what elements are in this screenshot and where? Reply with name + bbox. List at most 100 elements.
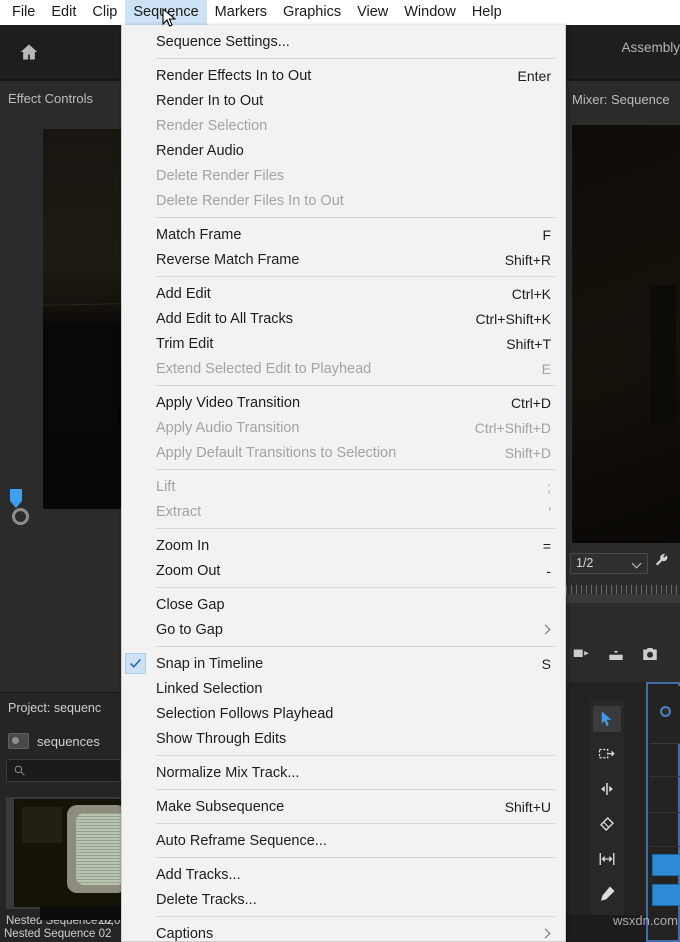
menu-item-render-in-to-out[interactable]: Render In to Out [122,88,565,113]
menu-item-render-audio[interactable]: Render Audio [122,138,565,163]
tool-track-select-forward[interactable] [593,741,621,767]
menu-item-shortcut: Shift+U [505,799,551,815]
menu-item-label: Extend Selected Edit to Playhead [156,361,542,377]
home-button[interactable] [14,38,44,66]
timeline-dark-strip [40,906,130,920]
thumbnail-tv-screen [76,813,121,885]
menu-item-label: Captions [156,926,533,942]
menu-item-label: Lift [156,479,547,495]
snapshot-button[interactable] [640,645,660,668]
source-video-dark-region [650,285,676,425]
menu-item-shortcut: Ctrl+D [511,395,551,411]
menu-item-label: Snap in Timeline [156,656,542,672]
workspace-assembly-label[interactable]: Assembly [621,40,680,55]
tool-selection[interactable] [593,706,621,732]
menubar-item-graphics[interactable]: Graphics [275,0,349,25]
slip-icon [598,850,616,868]
menu-item-selection-follows-playhead[interactable]: Selection Follows Playhead [122,701,565,726]
menubar-item-help[interactable]: Help [464,0,510,25]
menu-item-add-edit-to-all-tracks[interactable]: Add Edit to All TracksCtrl+Shift+K [122,306,565,331]
timeline-clip-name: Nested Sequence 02 [4,928,111,940]
source-monitor-ruler[interactable] [566,581,680,603]
menu-separator [156,916,555,917]
menubar-item-view[interactable]: View [349,0,396,25]
menu-item-sequence-settings[interactable]: Sequence Settings... [122,29,565,54]
menu-item-shortcut: Ctrl+K [512,286,551,302]
menu-item-render-effects-in-to-out[interactable]: Render Effects In to OutEnter [122,63,565,88]
timeline-row-divider [650,776,680,777]
menu-item-close-gap[interactable]: Close Gap [122,592,565,617]
menu-item-apply-audio-transition: Apply Audio TransitionCtrl+Shift+D [122,415,565,440]
menu-separator [156,528,555,529]
menu-item-add-tracks[interactable]: Add Tracks... [122,862,565,887]
timeline-clip[interactable] [652,854,680,876]
menu-item-render-selection: Render Selection [122,113,565,138]
program-zoom-knob[interactable] [12,508,29,525]
playback-resolution-select[interactable]: 1/2 [570,553,648,574]
menu-item-delete-tracks[interactable]: Delete Tracks... [122,887,565,912]
menu-item-label: Zoom In [156,538,543,554]
menu-item-label: Apply Default Transitions to Selection [156,445,505,461]
chevron-down-icon [633,559,642,568]
lift-extract-button[interactable] [606,645,626,668]
settings-wrench-button[interactable] [654,553,669,573]
menubar-item-sequence[interactable]: Sequence [125,0,206,25]
menu-separator [156,276,555,277]
menubar-item-clip[interactable]: Clip [84,0,125,25]
menu-item-label: Go to Gap [156,622,533,638]
export-frame-button[interactable] [572,645,592,668]
menu-item-reverse-match-frame[interactable]: Reverse Match FrameShift+R [122,247,565,272]
effect-controls-panel: Effect Controls [0,80,121,692]
project-thumbnail-wrap[interactable] [6,797,121,909]
menu-item-extend-selected-edit-to-playhead: Extend Selected Edit to PlayheadE [122,356,565,381]
project-bin-row[interactable]: sequences [8,733,100,749]
timeline-clip[interactable] [652,884,680,906]
menu-item-show-through-edits[interactable]: Show Through Edits [122,726,565,751]
menubar-item-edit[interactable]: Edit [43,0,84,25]
timeline-row-divider [650,846,680,847]
menu-item-zoom-out[interactable]: Zoom Out- [122,558,565,583]
tool-pen[interactable] [593,881,621,907]
tool-slip[interactable] [593,846,621,872]
menu-item-snap-in-timeline[interactable]: Snap in TimelineS [122,651,565,676]
timeline-track-badge[interactable] [660,706,671,717]
menu-item-delete-render-files: Delete Render Files [122,163,565,188]
chevron-right-icon [541,929,551,939]
project-clip-thumbnail [14,799,121,907]
thumbnail-shelf [22,807,62,843]
tab-effect-controls[interactable]: Effect Controls [8,91,93,106]
menu-item-linked-selection[interactable]: Linked Selection [122,676,565,701]
menu-item-zoom-in[interactable]: Zoom In= [122,533,565,558]
menu-item-apply-video-transition[interactable]: Apply Video TransitionCtrl+D [122,390,565,415]
menu-item-label: Auto Reframe Sequence... [156,833,551,849]
menu-item-go-to-gap[interactable]: Go to Gap [122,617,565,642]
timeline-panel[interactable] [646,682,680,942]
tool-razor[interactable] [593,811,621,837]
menu-item-shortcut: Ctrl+Shift+D [475,420,551,436]
menu-item-normalize-mix-track[interactable]: Normalize Mix Track... [122,760,565,785]
selection-arrow-icon [598,710,616,728]
menu-item-captions[interactable]: Captions [122,921,565,942]
playhead-marker[interactable] [10,489,22,508]
menu-item-checkmark [125,653,146,674]
tab-mixer-sequence[interactable]: Mixer: Sequence [572,92,670,107]
menu-item-delete-render-files-in-to-out: Delete Render Files In to Out [122,188,565,213]
search-icon [13,764,26,777]
menu-item-label: Sequence Settings... [156,34,551,50]
chevron-right-icon [541,625,551,635]
menu-item-make-subsequence[interactable]: Make SubsequenceShift+U [122,794,565,819]
tool-ripple-edit[interactable] [593,776,621,802]
menu-item-trim-edit[interactable]: Trim EditShift+T [122,331,565,356]
menubar-item-window[interactable]: Window [396,0,464,25]
timeline-row-divider [650,812,680,813]
menu-item-match-frame[interactable]: Match FrameF [122,222,565,247]
menu-item-add-edit[interactable]: Add EditCtrl+K [122,281,565,306]
menu-item-auto-reframe-sequence[interactable]: Auto Reframe Sequence... [122,828,565,853]
menubar-item-markers[interactable]: Markers [207,0,275,25]
menubar-item-file[interactable]: File [4,0,43,25]
project-panel: Project: sequenc sequences Nested Sequen… [0,692,121,942]
project-search-input[interactable] [6,759,121,782]
menu-separator [156,823,555,824]
menu-item-label: Add Edit [156,286,512,302]
menu-item-shortcut: ' [548,504,551,520]
